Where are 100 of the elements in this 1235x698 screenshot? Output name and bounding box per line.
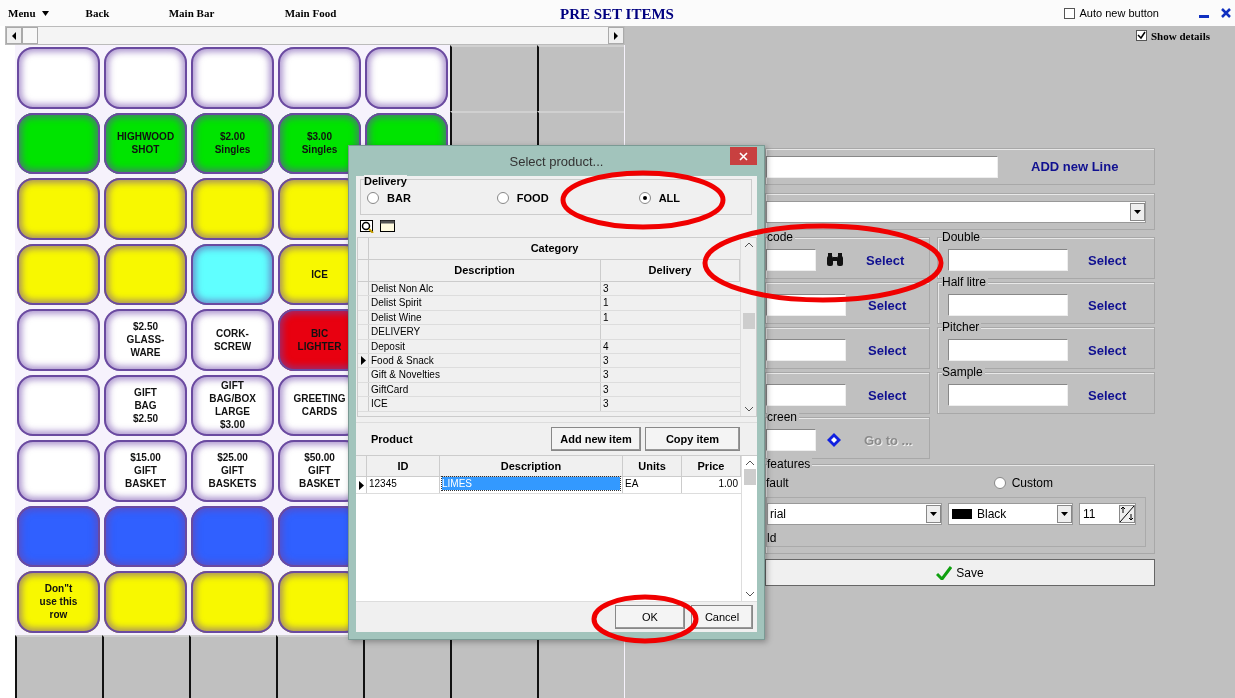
caption-field[interactable]: [766, 155, 998, 178]
column-header[interactable]: ID: [367, 456, 440, 476]
select-link[interactable]: Select: [1088, 387, 1127, 403]
product-button[interactable]: Add new item: [551, 427, 641, 451]
add-new-line-link[interactable]: ADD new Line: [1031, 159, 1119, 174]
preset-button[interactable]: [104, 47, 187, 109]
preset-button[interactable]: HIGHWOOD SHOT: [104, 112, 187, 174]
input-field[interactable]: [766, 339, 846, 361]
preset-button[interactable]: [17, 309, 100, 371]
preset-button[interactable]: [104, 505, 187, 567]
preset-button[interactable]: GIFT BAG $2.50: [104, 374, 187, 436]
input-field[interactable]: [766, 384, 846, 406]
delivery-radio[interactable]: BAR: [367, 192, 411, 204]
color-dropdown[interactable]: Black: [948, 503, 1073, 525]
menu-button[interactable]: Menu: [0, 7, 36, 19]
preset-button[interactable]: [17, 505, 100, 567]
preset-button[interactable]: [278, 47, 361, 109]
preset-button[interactable]: GIFT BAG/BOX LARGE $3.00: [191, 374, 274, 436]
select-link[interactable]: Select: [1088, 342, 1127, 358]
preset-button[interactable]: CORK- SCREW: [191, 309, 274, 371]
caret-icon[interactable]: [41, 10, 49, 16]
preset-button[interactable]: [17, 112, 100, 174]
preset-button[interactable]: $2.00 Singles: [191, 112, 274, 174]
table-cell[interactable]: Food & Snack: [369, 353, 601, 368]
binoculars-icon[interactable]: [826, 253, 844, 267]
select-link[interactable]: Select: [868, 387, 907, 403]
table-cell[interactable]: 12345: [367, 477, 440, 493]
delivery-radio[interactable]: ALL: [638, 192, 680, 204]
horizontal-scrollbar[interactable]: [5, 26, 625, 45]
column-header[interactable]: Delivery: [601, 260, 740, 281]
spin-arrows-icon[interactable]: [1119, 505, 1135, 523]
vertical-scrollbar[interactable]: [741, 456, 757, 601]
save-button[interactable]: Save: [765, 559, 1155, 586]
preset-button[interactable]: Don"t use this row: [17, 571, 100, 633]
auto-new-button-checkbox[interactable]: Auto new button: [1064, 7, 1159, 19]
preset-button[interactable]: [191, 243, 274, 305]
preset-button[interactable]: $25.00 GIFT BASKETS: [191, 440, 274, 502]
preset-button[interactable]: $15.00 GIFT BASKET: [104, 440, 187, 502]
table-cell[interactable]: DELIVERY: [369, 325, 601, 339]
scroll-down-icon[interactable]: [745, 592, 754, 597]
custom-radio[interactable]: Custom: [993, 476, 1054, 490]
scroll-thumb[interactable]: [742, 313, 755, 329]
scroll-up-icon[interactable]: [745, 460, 754, 465]
magnifier-icon[interactable]: [360, 220, 374, 233]
select-link[interactable]: Select: [1088, 297, 1127, 313]
delivery-radio[interactable]: FOOD: [496, 192, 549, 204]
preset-button[interactable]: $3.00 Singles: [278, 112, 361, 174]
table-cell[interactable]: Delist Non Alc: [369, 282, 601, 296]
preset-button[interactable]: [104, 571, 187, 633]
nav-button[interactable]: Main Food: [250, 7, 371, 19]
preset-button[interactable]: $2.50 GLASS- WARE: [104, 309, 187, 371]
column-header[interactable]: Price: [682, 456, 741, 476]
input-field[interactable]: [766, 429, 816, 451]
font-dropdown[interactable]: rial: [767, 503, 942, 525]
table-cell[interactable]: Gift & Novelties: [369, 368, 601, 382]
scroll-thumb[interactable]: [743, 469, 756, 485]
select-link[interactable]: Select: [868, 297, 907, 313]
preset-button[interactable]: [17, 440, 100, 502]
preset-button[interactable]: [191, 47, 274, 109]
preset-button[interactable]: [191, 571, 274, 633]
preset-button[interactable]: [17, 47, 100, 109]
scroll-up-icon[interactable]: [744, 242, 753, 247]
size-spinner[interactable]: 11: [1079, 503, 1136, 525]
select-link[interactable]: Select: [866, 252, 905, 268]
preset-button[interactable]: [17, 243, 100, 305]
preset-button[interactable]: [104, 243, 187, 305]
nav-button[interactable]: Back: [62, 7, 133, 19]
input-field[interactable]: [766, 249, 816, 271]
column-header[interactable]: Units: [623, 456, 682, 476]
show-details-checkbox[interactable]: Show details: [1136, 29, 1210, 42]
input-field[interactable]: [948, 294, 1068, 316]
nav-button[interactable]: Main Bar: [132, 7, 251, 19]
column-header[interactable]: Description: [369, 260, 601, 281]
select-link[interactable]: Select: [1088, 252, 1127, 268]
table-cell[interactable]: Delist Spirit: [369, 296, 601, 310]
preset-button[interactable]: [191, 505, 274, 567]
product-button[interactable]: Copy item: [645, 427, 740, 451]
table-cell[interactable]: Deposit: [369, 339, 601, 353]
preset-button[interactable]: [17, 178, 100, 240]
dialog-button[interactable]: Cancel: [691, 605, 753, 629]
scroll-left-icon[interactable]: [6, 27, 22, 44]
preset-button[interactable]: [104, 178, 187, 240]
close-icon[interactable]: [1221, 8, 1231, 18]
input-field[interactable]: [948, 384, 1068, 406]
table-cell[interactable]: ICE: [369, 397, 601, 411]
eraser-icon[interactable]: [826, 432, 842, 448]
scroll-down-icon[interactable]: [744, 407, 753, 412]
table-cell[interactable]: GiftCard: [369, 382, 601, 397]
preset-button[interactable]: [365, 47, 448, 109]
table-cell[interactable]: Delist Wine: [369, 310, 601, 325]
vertical-scrollbar[interactable]: [740, 238, 756, 416]
window-icon[interactable]: [380, 220, 395, 232]
dialog-button[interactable]: OK: [615, 605, 685, 629]
input-field[interactable]: [948, 249, 1068, 271]
close-button[interactable]: [730, 147, 757, 165]
preset-button[interactable]: [17, 374, 100, 436]
scroll-right-icon[interactable]: [608, 27, 624, 44]
scroll-thumb[interactable]: [22, 27, 38, 44]
preset-button[interactable]: [191, 178, 274, 240]
select-link[interactable]: Select: [868, 342, 907, 358]
